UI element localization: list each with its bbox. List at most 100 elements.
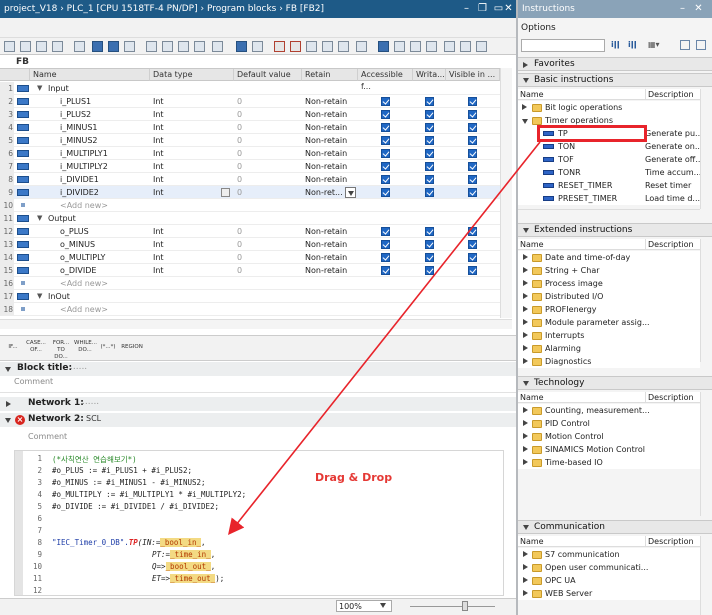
table-row[interactable]: 18 <Add new>: [0, 303, 500, 316]
var-default[interactable]: 0: [237, 264, 242, 277]
add-new-row[interactable]: <Add new>: [60, 277, 108, 290]
accessible-checkbox[interactable]: [381, 123, 390, 132]
visible-checkbox[interactable]: [468, 136, 477, 145]
visible-checkbox[interactable]: [468, 188, 477, 197]
accessible-checkbox[interactable]: [381, 110, 390, 119]
instruction-item[interactable]: TONR Time accum...: [518, 166, 700, 179]
list-item[interactable]: SINAMICS Motion Control: [518, 443, 700, 456]
list-item[interactable]: Alarming: [518, 342, 700, 355]
accessible-checkbox[interactable]: [381, 253, 390, 262]
expand-icon[interactable]: [523, 345, 528, 351]
step-over-icon[interactable]: [394, 41, 405, 52]
insert-network-icon[interactable]: [74, 41, 85, 52]
scl-comment-button[interactable]: (*...*): [98, 344, 118, 351]
list-item[interactable]: Distributed I/O: [518, 290, 700, 303]
var-retain[interactable]: Non-retain: [305, 108, 347, 121]
var-name[interactable]: i_DIVIDE1: [60, 173, 99, 186]
var-retain[interactable]: Non-retain: [305, 160, 347, 173]
var-retain[interactable]: Non-retain: [305, 173, 347, 186]
expand-icon[interactable]: [6, 401, 11, 407]
table-row[interactable]: 3 i_PLUS2 Int 0 Non-retain: [0, 108, 500, 121]
expand-icon[interactable]: [523, 358, 528, 364]
var-name[interactable]: i_MINUS2: [60, 134, 98, 147]
var-default[interactable]: 0: [237, 238, 242, 251]
expand-icon[interactable]: [523, 280, 528, 286]
var-name[interactable]: i_MULTIPLY2: [60, 160, 108, 173]
communication-scrollbar[interactable]: [700, 536, 712, 615]
var-retain[interactable]: Non-retain: [305, 95, 347, 108]
table-row[interactable]: 16 <Add new>: [0, 277, 500, 290]
var-type[interactable]: Int: [153, 95, 164, 108]
writable-checkbox[interactable]: [425, 97, 434, 106]
block-comment[interactable]: Comment: [14, 377, 53, 386]
breadcrumb[interactable]: project_V18 › PLC_1 [CPU 1518TF-4 PN/DP]…: [4, 4, 324, 14]
delete-row-icon[interactable]: [36, 41, 47, 52]
var-retain[interactable]: Non-retain: [305, 251, 347, 264]
collapse-icon[interactable]: [523, 78, 529, 83]
basic-instructions-header[interactable]: Basic instructions: [518, 73, 712, 87]
var-retain[interactable]: Non-ret...: [305, 186, 343, 199]
add-row-icon[interactable]: [20, 41, 31, 52]
compare-icon[interactable]: [356, 41, 367, 52]
scl-while-button[interactable]: WHILE... DO...: [74, 340, 97, 354]
writable-checkbox[interactable]: [425, 266, 434, 275]
var-name[interactable]: i_PLUS1: [60, 95, 91, 108]
var-type[interactable]: Int: [153, 238, 164, 251]
collapse-icon[interactable]: [523, 228, 529, 233]
instruction-item[interactable]: Bit logic operations: [518, 101, 700, 114]
var-retain[interactable]: Non-retain: [305, 134, 347, 147]
monitor-icon[interactable]: [274, 41, 285, 52]
view-options-icon[interactable]: ▦▾: [648, 40, 660, 49]
var-default[interactable]: 0: [237, 95, 242, 108]
table-row[interactable]: 5 i_MINUS2 Int 0 Non-retain: [0, 134, 500, 147]
visible-checkbox[interactable]: [468, 227, 477, 236]
list-item[interactable]: WEB Server: [518, 587, 700, 600]
table-row[interactable]: 4 i_MINUS1 Int 0 Non-retain: [0, 121, 500, 134]
col-default[interactable]: Default value: [234, 69, 302, 81]
col-description[interactable]: Description: [645, 239, 694, 250]
scl-region-button[interactable]: REGION: [120, 344, 144, 351]
expand-icon[interactable]: [523, 293, 528, 299]
code-line-5[interactable]: #o_DIVIDE := #i_DIVIDE1 / #i_DIVIDE2;: [52, 502, 219, 511]
block-icon[interactable]: [146, 41, 157, 52]
network-icon[interactable]: [92, 41, 103, 52]
accessible-checkbox[interactable]: [381, 149, 390, 158]
list-item[interactable]: PROFIenergy: [518, 303, 700, 316]
comment-icon[interactable]: [124, 41, 135, 52]
var-type[interactable]: Int: [153, 160, 164, 173]
var-retain[interactable]: Non-retain: [305, 264, 347, 277]
expand-icon[interactable]: [523, 267, 528, 273]
expand-icon[interactable]: [523, 433, 528, 439]
code-line-10[interactable]: Q=>_bool_out_,: [152, 562, 215, 571]
code-line-2[interactable]: #o_PLUS := #i_PLUS1 + #i_PLUS2;: [52, 466, 192, 475]
visible-checkbox[interactable]: [468, 266, 477, 275]
run-to-icon[interactable]: [426, 41, 437, 52]
var-type[interactable]: Int: [153, 251, 164, 264]
scl-case-button[interactable]: CASE... OF...: [26, 340, 46, 354]
col-name[interactable]: Name: [30, 69, 150, 81]
section-name[interactable]: Input: [48, 82, 69, 95]
visible-checkbox[interactable]: [468, 253, 477, 262]
technology-scrollbar[interactable]: [700, 392, 712, 516]
sort-icon[interactable]: [194, 41, 205, 52]
technology-header[interactable]: Technology: [518, 376, 712, 390]
filter-icon[interactable]: iǀǀ: [611, 40, 620, 49]
scl-for-button[interactable]: FOR... TO DO...: [50, 340, 72, 361]
reset-icon[interactable]: [444, 41, 455, 52]
close-icon[interactable]: ✕: [692, 2, 705, 15]
collapse-icon[interactable]: ▼: [37, 84, 42, 92]
accessible-checkbox[interactable]: [381, 175, 390, 184]
var-name[interactable]: i_MULTIPLY1: [60, 147, 108, 160]
favorites-header[interactable]: Favorites: [518, 57, 712, 71]
var-type[interactable]: Int: [153, 134, 164, 147]
table-row[interactable]: 2 i_PLUS1 Int 0 Non-retain: [0, 95, 500, 108]
writable-checkbox[interactable]: [425, 110, 434, 119]
bookmark-next-icon[interactable]: [322, 41, 333, 52]
list-icon[interactable]: [236, 41, 247, 52]
layout-alt-icon[interactable]: [696, 40, 706, 50]
writable-checkbox[interactable]: [425, 188, 434, 197]
var-default[interactable]: 0: [237, 147, 242, 160]
block-title-row[interactable]: Block title: ......: [0, 362, 516, 376]
accessible-checkbox[interactable]: [381, 162, 390, 171]
visible-checkbox[interactable]: [468, 110, 477, 119]
